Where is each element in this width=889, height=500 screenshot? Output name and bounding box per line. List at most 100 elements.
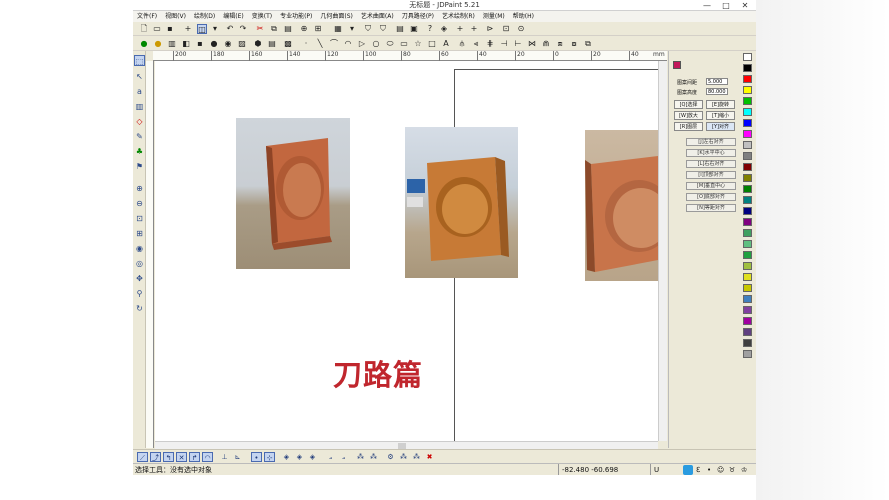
- copy-icon[interactable]: ⧉: [269, 24, 279, 34]
- menu-transform[interactable]: 变换(T): [248, 11, 276, 22]
- zoom-out-icon[interactable]: ⊖: [134, 198, 145, 209]
- align-button[interactable]: [Y]对齐: [706, 122, 735, 131]
- color-swatch[interactable]: [743, 152, 752, 160]
- drawing-canvas[interactable]: 刀路篇: [155, 61, 658, 441]
- tangent-icon[interactable]: ⊾: [232, 452, 243, 462]
- cut-icon[interactable]: ✂: [255, 24, 265, 34]
- select-button[interactable]: [Q]选择: [674, 100, 703, 109]
- square-icon[interactable]: □: [427, 39, 437, 49]
- shield-icon[interactable]: ⛉: [363, 24, 373, 34]
- color-swatch[interactable]: [743, 53, 752, 61]
- color-swatch[interactable]: [743, 185, 752, 193]
- render-icon[interactable]: ◉: [223, 39, 233, 49]
- extend-icon[interactable]: ⊢: [513, 39, 523, 49]
- menu-art-surface[interactable]: 艺术曲面(A): [357, 11, 398, 22]
- cross-tool-icon[interactable]: ✕: [176, 452, 187, 462]
- color-swatch[interactable]: [743, 130, 752, 138]
- color-swatch[interactable]: [743, 141, 752, 149]
- zoom-window-icon[interactable]: ⊡: [134, 213, 145, 224]
- gear-icon[interactable]: ⚙: [385, 452, 396, 462]
- join-icon[interactable]: ⧉: [583, 39, 593, 49]
- color-swatch[interactable]: [743, 163, 752, 171]
- trash-icon[interactable]: ▥: [167, 39, 177, 49]
- trim-icon[interactable]: ⊣: [499, 39, 509, 49]
- wood-plate-photo-3[interactable]: [585, 130, 658, 281]
- align-h-center-button[interactable]: [K]水平中心: [686, 149, 736, 157]
- color-swatch[interactable]: [743, 306, 752, 314]
- color-swatch[interactable]: [743, 240, 752, 248]
- select-tool-icon[interactable]: ⬚: [134, 55, 145, 66]
- magnifier-icon[interactable]: ⚲: [134, 288, 145, 299]
- color-swatch[interactable]: [743, 339, 752, 347]
- menu-geometric-surface[interactable]: 几何曲面(S): [316, 11, 357, 22]
- line-tool-icon[interactable]: ⟋: [137, 452, 148, 462]
- layer-button[interactable]: [R]图层: [674, 122, 703, 131]
- menu-draw[interactable]: 绘制(D): [190, 11, 219, 22]
- color-swatch[interactable]: [743, 229, 752, 237]
- open-file-icon[interactable]: ▭: [152, 24, 162, 34]
- delete-icon[interactable]: ✖: [424, 452, 435, 462]
- ellipse-icon[interactable]: ⬭: [385, 39, 395, 49]
- menu-edit[interactable]: 编辑(E): [219, 11, 247, 22]
- curve-tool-icon[interactable]: ⤴: [150, 452, 161, 462]
- menu-art-draw[interactable]: 艺术绘制(R): [438, 11, 479, 22]
- wood-plate-photo-1[interactable]: [236, 118, 350, 269]
- node-edit-icon[interactable]: ↖: [134, 71, 145, 82]
- image-icon[interactable]: ▤: [267, 39, 277, 49]
- align-top-button[interactable]: [I]顶部对齐: [686, 171, 736, 179]
- color-swatch[interactable]: [743, 196, 752, 204]
- select-box-icon[interactable]: ◫: [197, 24, 207, 34]
- clover-icon[interactable]: ♣: [134, 146, 145, 157]
- line-icon[interactable]: ╲: [315, 39, 325, 49]
- color-swatch[interactable]: [743, 75, 752, 83]
- color-swatch[interactable]: [743, 97, 752, 105]
- menu-file[interactable]: 文件(F): [133, 11, 161, 22]
- point-icon[interactable]: ·: [301, 39, 311, 49]
- color-swatch[interactable]: [743, 64, 752, 72]
- mirror-icon[interactable]: ⫛: [457, 39, 467, 49]
- scatter-icon[interactable]: ⁂: [368, 452, 379, 462]
- zoom-prev-icon[interactable]: ◎: [134, 258, 145, 269]
- zoom-all-icon[interactable]: ⊞: [134, 228, 145, 239]
- shield-icon[interactable]: ⛉: [378, 24, 388, 34]
- view-3d-icon[interactable]: ▨: [237, 39, 247, 49]
- zoom-in-icon[interactable]: ⊕: [134, 183, 145, 194]
- align-bottom-button[interactable]: [O]底部对齐: [686, 193, 736, 201]
- rectangle-icon[interactable]: ▭: [399, 39, 409, 49]
- offset-icon[interactable]: ⋈: [527, 39, 537, 49]
- crosshair-icon[interactable]: +: [183, 24, 193, 34]
- cube-icon[interactable]: ⬢: [253, 39, 263, 49]
- array-icon[interactable]: ⋕: [485, 39, 495, 49]
- color-swatch[interactable]: [743, 174, 752, 182]
- dropdown-arrow-icon[interactable]: ▾: [210, 24, 220, 34]
- toolpath-icon[interactable]: ◧: [181, 39, 191, 49]
- fillet-icon[interactable]: ⋒: [541, 39, 551, 49]
- diamond-icon[interactable]: ◈: [294, 452, 305, 462]
- vertical-scrollbar[interactable]: [658, 61, 667, 441]
- color-swatch[interactable]: [743, 328, 752, 336]
- pan-icon[interactable]: ✥: [134, 273, 145, 284]
- equal-spacing-button[interactable]: [N]等距对齐: [686, 204, 736, 212]
- rotate-button[interactable]: [E]旋转: [706, 100, 735, 109]
- spacing-input[interactable]: 5.000: [706, 78, 728, 85]
- zoom-window-icon[interactable]: ⊕: [299, 24, 309, 34]
- height-input[interactable]: 80.000: [706, 88, 728, 95]
- wood-plate-photo-2[interactable]: [405, 127, 518, 278]
- scale-icon[interactable]: ⫷: [471, 39, 481, 49]
- zoom-in-button[interactable]: [W]放大: [674, 111, 703, 120]
- color-swatch[interactable]: [743, 251, 752, 259]
- horizontal-scrollbar[interactable]: [155, 441, 658, 449]
- layers-icon[interactable]: ▤: [395, 24, 405, 34]
- layer-icon[interactable]: ▦: [333, 24, 343, 34]
- align-left-right-button[interactable]: [J]左右对齐: [686, 138, 736, 146]
- color-swatch[interactable]: [743, 262, 752, 270]
- measure-icon[interactable]: ⊳: [485, 24, 495, 34]
- pencil-icon[interactable]: ✎: [134, 131, 145, 142]
- color-swatch[interactable]: [743, 207, 752, 215]
- simulate-icon[interactable]: ▪: [195, 39, 205, 49]
- maximize-icon[interactable]: □: [718, 0, 734, 11]
- rotate-view-icon[interactable]: ⊙: [516, 24, 526, 34]
- close-icon[interactable]: ✕: [737, 0, 753, 11]
- circle-icon[interactable]: ○: [371, 39, 381, 49]
- color-swatch[interactable]: [743, 119, 752, 127]
